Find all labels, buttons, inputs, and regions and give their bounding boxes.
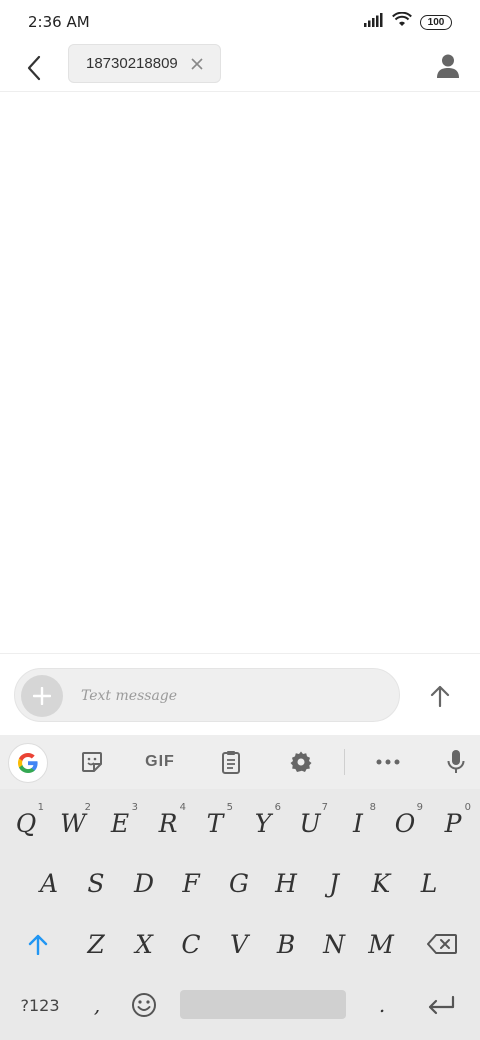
status-icons: 100 — [364, 11, 452, 32]
period-key[interactable]: . — [360, 980, 404, 1030]
key-r[interactable]: R4 — [146, 798, 190, 848]
key-s[interactable]: S — [74, 858, 118, 908]
more-button[interactable] — [368, 744, 408, 780]
shift-arrow-icon — [28, 934, 48, 955]
key-k[interactable]: K — [359, 858, 403, 908]
plus-icon — [33, 687, 51, 705]
key-e[interactable]: E3 — [98, 798, 142, 848]
enter-key[interactable] — [419, 980, 463, 1030]
back-button[interactable] — [16, 48, 52, 88]
recipient-number: 18730218809 — [86, 55, 178, 72]
settings-gear-icon — [290, 751, 312, 772]
key-h[interactable]: H — [264, 858, 308, 908]
voice-input-button[interactable] — [436, 744, 476, 780]
toolbar-divider — [344, 749, 345, 775]
symbols-key[interactable]: ?123 — [16, 991, 64, 1019]
more-dots-icon — [376, 759, 400, 765]
sticker-icon — [82, 752, 102, 772]
key-m[interactable]: M — [359, 919, 403, 969]
clipboard-icon — [222, 751, 240, 774]
key-v[interactable]: V — [217, 919, 261, 969]
close-icon — [191, 58, 203, 70]
settings-button[interactable] — [281, 744, 321, 780]
gif-label: GIF — [145, 753, 175, 770]
key-d[interactable]: D — [122, 858, 166, 908]
key-b[interactable]: B — [264, 919, 308, 969]
sticker-button[interactable] — [72, 744, 112, 780]
compose-field — [14, 668, 400, 722]
app-bar: 18730218809 — [0, 44, 480, 92]
clipboard-button[interactable] — [211, 744, 251, 780]
send-arrow-icon — [430, 685, 450, 707]
wifi-icon — [392, 11, 412, 32]
message-thread — [0, 92, 480, 652]
key-n[interactable]: N — [312, 919, 356, 969]
backspace-icon — [427, 934, 457, 954]
emoji-icon — [132, 993, 156, 1017]
contact-icon — [437, 54, 459, 78]
key-f[interactable]: F — [169, 858, 213, 908]
key-z[interactable]: Z — [74, 919, 118, 969]
comma-key[interactable]: , — [75, 980, 119, 1030]
key-u[interactable]: U7 — [288, 798, 332, 848]
backspace-key[interactable] — [420, 919, 464, 969]
back-arrow-icon — [27, 55, 41, 81]
key-o[interactable]: O9 — [383, 798, 427, 848]
key-w[interactable]: W2 — [51, 798, 95, 848]
gif-button[interactable]: GIF — [136, 744, 184, 780]
key-a[interactable]: A — [27, 858, 71, 908]
message-input[interactable] — [81, 683, 381, 709]
send-button[interactable] — [420, 676, 460, 716]
key-y[interactable]: Y6 — [241, 798, 285, 848]
remove-recipient-button[interactable] — [188, 55, 206, 73]
battery-icon: 100 — [420, 14, 452, 30]
keyboard: GIF Q 1 W 2 E 3 R 4 T 5 Y 6 U 7 I 8 O 9 … — [0, 735, 480, 1040]
key-c[interactable]: C — [169, 919, 213, 969]
shift-key[interactable] — [16, 919, 60, 969]
contact-button[interactable] — [430, 48, 466, 84]
google-g-icon — [18, 753, 38, 773]
enter-arrow-icon — [428, 995, 455, 1015]
status-time: 2:36 AM — [28, 13, 90, 31]
recipient-chip[interactable]: 18730218809 — [68, 44, 221, 83]
key-g[interactable]: G — [217, 858, 261, 908]
key-p[interactable]: P0 — [431, 798, 475, 848]
key-i[interactable]: I8 — [336, 798, 380, 848]
signal-icon — [364, 12, 384, 32]
key-q[interactable]: Q1 — [4, 798, 48, 848]
key-t[interactable]: T5 — [193, 798, 237, 848]
compose-bar — [0, 653, 480, 735]
status-bar: 2:36 AM 100 — [0, 0, 480, 44]
microphone-icon — [447, 750, 465, 773]
add-attachment-button[interactable] — [21, 675, 63, 717]
key-l[interactable]: L — [407, 858, 451, 908]
key-j[interactable]: J — [312, 858, 356, 908]
keyboard-toolbar: GIF — [0, 735, 480, 789]
space-bar[interactable] — [180, 990, 346, 1019]
google-search-button[interactable] — [8, 743, 48, 783]
emoji-key[interactable] — [122, 980, 166, 1030]
key-x[interactable]: X — [122, 919, 166, 969]
